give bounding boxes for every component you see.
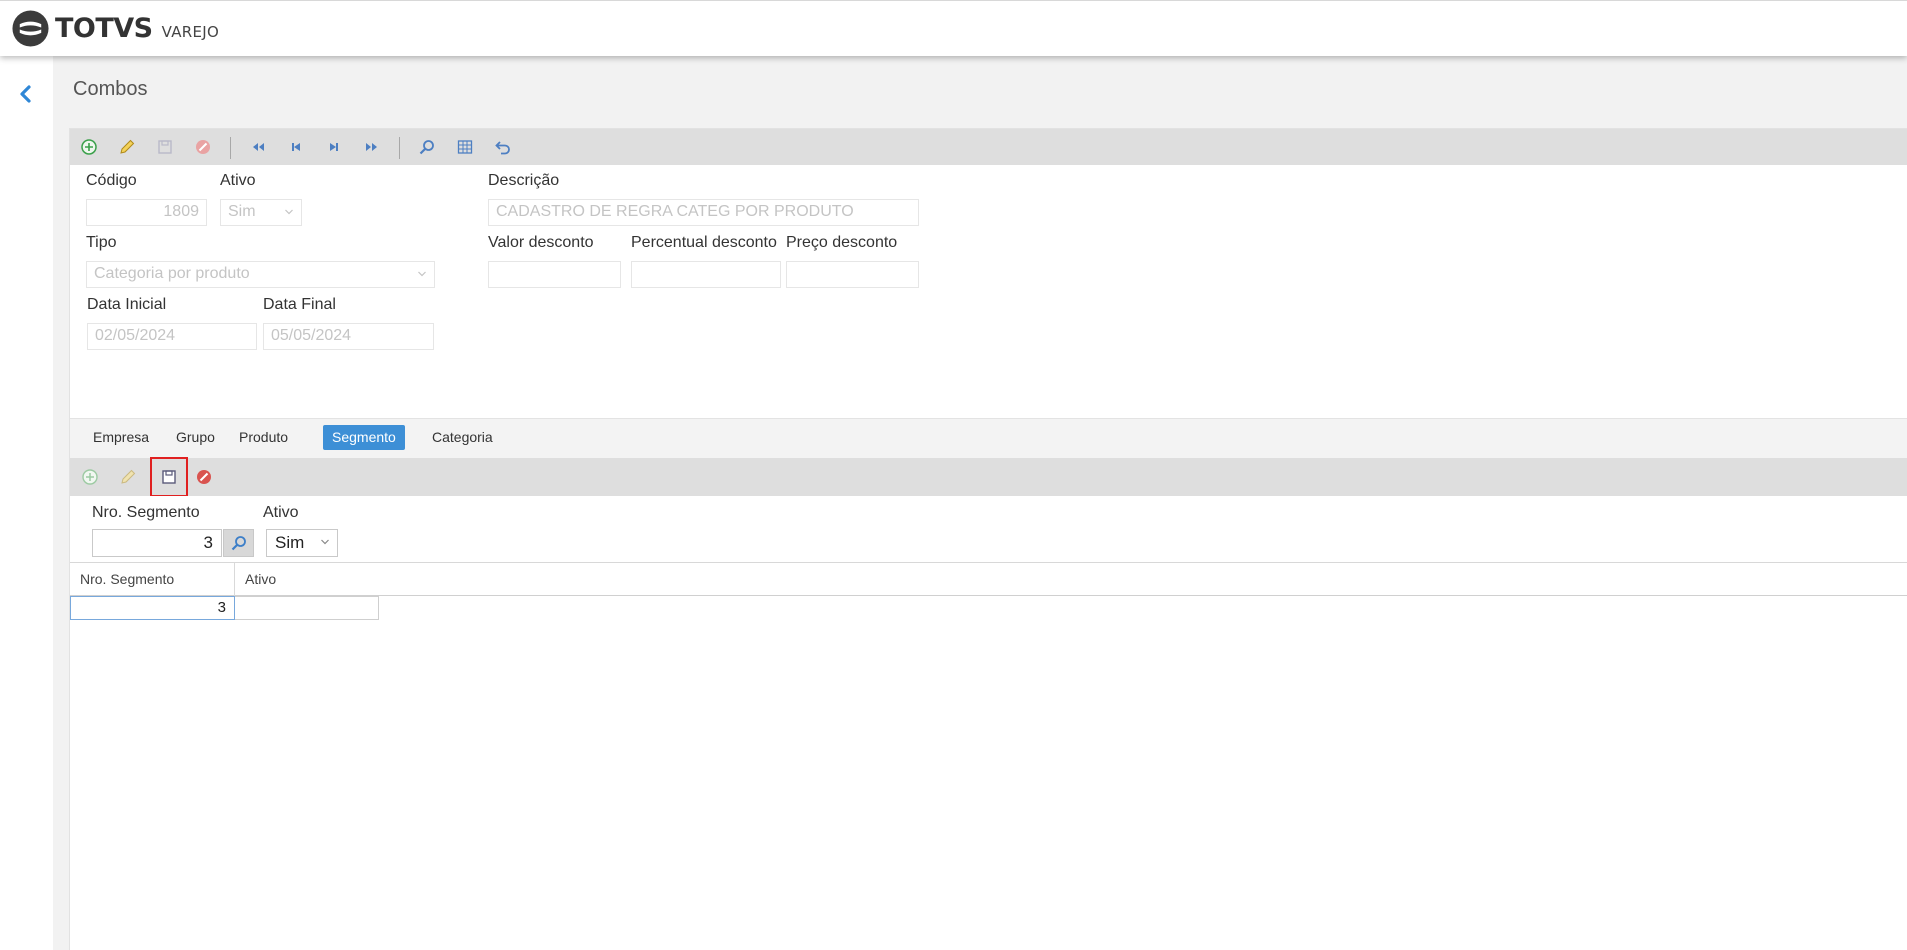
last-record-icon [366,143,377,151]
column-header-ativo[interactable]: Ativo [235,563,379,596]
tab-grupo[interactable]: Grupo [167,425,224,450]
nro-segmento-label: Nro. Segmento [92,504,200,521]
tab-segmento[interactable]: Segmento [323,425,405,450]
ativo-select-value: Sim [228,203,256,220]
totvs-logo[interactable]: TOTVS VAREJO [11,9,219,48]
valor-desconto-label: Valor desconto [488,234,594,251]
page-title: Combos [73,78,148,100]
data-final-label: Data Final [263,296,336,313]
back-chevron-icon[interactable] [15,83,37,105]
preco-desconto-label: Preço desconto [786,234,898,251]
last-record-button[interactable] [358,133,386,161]
top-bar: TOTVS VAREJO [0,0,1907,56]
edit-button[interactable] [113,133,141,161]
tab-categoria[interactable]: Categoria [423,425,502,450]
segment-ativo-select[interactable]: Sim [266,529,338,557]
segment-form: Nro. Segmento 3 Ativo Sim [70,496,1907,562]
segment-save-button[interactable] [150,457,188,497]
save-button[interactable] [151,133,179,161]
tab-produto[interactable]: Produto [230,425,297,450]
data-inicial-field[interactable]: 02/05/2024 [87,323,257,350]
tipo-select-value: Categoria por produto [94,265,250,282]
cancel-button[interactable] [189,133,217,161]
first-record-button[interactable] [244,133,272,161]
chevron-down-icon [285,209,293,215]
segment-edit-button[interactable] [113,462,143,492]
grid-header: Nro. Segmento Ativo [70,563,1907,596]
undo-button[interactable] [489,133,517,161]
search-icon [419,140,434,155]
segment-toolbar [70,457,1907,497]
add-button[interactable] [75,133,103,161]
descricao-field[interactable]: CADASTRO DE REGRA CATEG POR PRODUTO [488,199,919,226]
previous-record-button[interactable] [282,133,310,161]
data-final-field[interactable]: 05/05/2024 [263,323,434,350]
detail-tabs: Empresa Grupo Produto Segmento Categoria [70,418,1907,458]
search-icon [231,536,246,551]
next-record-button[interactable] [320,133,348,161]
brand-name: TOTVS [55,13,153,44]
percentual-desconto-label: Percentual desconto [631,234,777,251]
tipo-select[interactable]: Categoria por produto [86,261,435,288]
segment-grid: Nro. Segmento Ativo 3 [70,562,1907,950]
brand-subtitle: VAREJO [161,23,220,41]
save-icon [158,140,172,154]
combos-panel: Código 1809 Ativo Sim Descrição CADASTRO… [69,128,1907,950]
grid-cell-nro-segmento[interactable]: 3 [70,596,235,620]
first-record-icon [253,143,264,151]
tipo-label: Tipo [86,234,117,251]
descricao-label: Descrição [488,172,560,189]
next-record-icon [330,143,338,151]
segment-cancel-button[interactable] [189,462,219,492]
codigo-label: Código [86,172,137,189]
column-header-nro-segmento[interactable]: Nro. Segmento [70,563,235,596]
segment-ativo-label: Ativo [263,504,299,521]
totvs-logo-icon [12,10,49,47]
edit-icon [121,469,136,484]
ativo-select[interactable]: Sim [220,199,302,226]
add-icon [82,469,98,485]
undo-icon [495,141,510,155]
nro-segmento-input[interactable]: 3 [92,529,222,557]
segment-add-button[interactable] [75,462,105,492]
cancel-icon [197,470,211,484]
edit-icon [120,139,135,154]
data-inicial-label: Data Inicial [87,296,167,313]
tab-empresa[interactable]: Empresa [84,425,158,450]
search-button[interactable] [413,133,441,161]
percentual-desconto-field[interactable] [631,261,781,288]
grid-cell-ativo[interactable] [235,596,379,620]
ativo-label: Ativo [220,172,256,189]
valor-desconto-field[interactable] [488,261,621,288]
grid-view-button[interactable] [451,133,479,161]
add-icon [81,139,97,155]
chevron-down-icon [418,271,426,277]
segment-lookup-button[interactable] [223,529,254,557]
toolbar-separator [399,137,400,159]
codigo-field[interactable]: 1809 [86,199,207,226]
cancel-icon [196,140,210,154]
segment-ativo-value: Sim [275,533,305,552]
main-content: Combos Código 1809 Ativo Sim Descrição C… [53,56,1907,950]
preco-desconto-field[interactable] [786,261,919,288]
toolbar-separator [230,137,231,159]
previous-record-icon [292,143,300,151]
chevron-down-icon [321,539,329,545]
save-icon [162,470,176,484]
grid-view-icon [457,140,473,154]
left-nav [0,56,53,950]
main-toolbar [70,129,1907,165]
